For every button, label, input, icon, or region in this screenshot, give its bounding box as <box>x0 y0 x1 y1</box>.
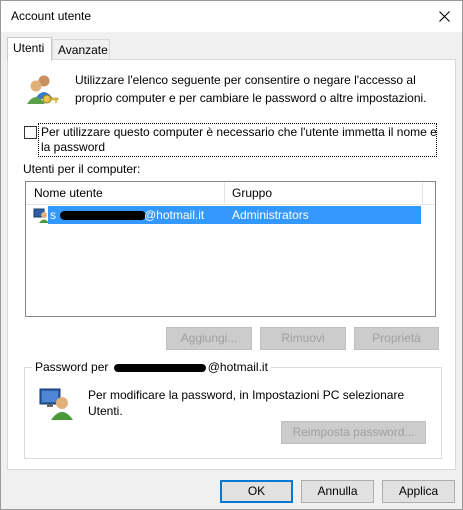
redaction-mark <box>60 211 146 220</box>
column-header-group[interactable]: Gruppo <box>232 186 272 200</box>
title-bar[interactable]: Account utente <box>1 1 462 32</box>
ok-button[interactable]: OK <box>220 480 293 503</box>
cancel-button[interactable]: Annulla <box>301 480 374 503</box>
password-info-text: Per modificare la password, in Impostazi… <box>88 388 405 418</box>
tab-utenti[interactable]: Utenti <box>7 37 52 61</box>
list-header: Nome utente Gruppo <box>26 182 435 205</box>
redacted-username <box>112 362 208 374</box>
tab-avanzate[interactable]: Avanzate <box>52 39 110 60</box>
intro-text: Utilizzare l'elenco seguente per consent… <box>75 73 427 105</box>
password-title-prefix: Password per <box>35 360 109 374</box>
properties-button[interactable]: Proprietà <box>354 327 439 350</box>
close-icon <box>438 10 450 22</box>
column-divider[interactable] <box>224 182 225 205</box>
username-cell: @hotmail.it <box>144 208 205 222</box>
require-login-checkbox[interactable] <box>24 126 37 139</box>
tab-label: Utenti <box>13 41 45 55</box>
users-listview[interactable]: Nome utente Gruppo s @hotmail.it Adminis… <box>25 181 436 317</box>
apply-button[interactable]: Applica <box>382 480 455 503</box>
add-user-button[interactable]: Aggiungi... <box>166 327 252 350</box>
users-keys-icon <box>27 75 59 104</box>
tab-panel-utenti: Utilizzare l'elenco seguente per consent… <box>7 59 456 470</box>
group-cell: Administrators <box>232 208 309 222</box>
table-row[interactable]: s @hotmail.it Administrators <box>26 206 435 224</box>
column-header-username[interactable]: Nome utente <box>34 186 103 200</box>
reset-password-button[interactable]: Reimposta password... <box>281 421 426 444</box>
password-title-suffix: @hotmail.it <box>207 360 268 374</box>
tab-label: Avanzate <box>58 43 108 57</box>
close-button[interactable] <box>428 3 460 29</box>
password-group-title: Password per @hotmail.it <box>32 360 271 374</box>
user-icon <box>33 208 49 223</box>
window-title: Account utente <box>11 9 92 23</box>
account-dialog-window: Account utente Utenti Avanzate Utilizzar… <box>0 0 463 510</box>
remove-user-button[interactable]: Rimuovi <box>260 327 346 350</box>
column-divider[interactable] <box>422 182 423 205</box>
require-login-label[interactable]: Per utilizzare questo computer è necessa… <box>41 125 441 155</box>
users-list-label: Utenti per il computer: <box>23 162 141 176</box>
user-monitor-icon <box>39 388 73 420</box>
